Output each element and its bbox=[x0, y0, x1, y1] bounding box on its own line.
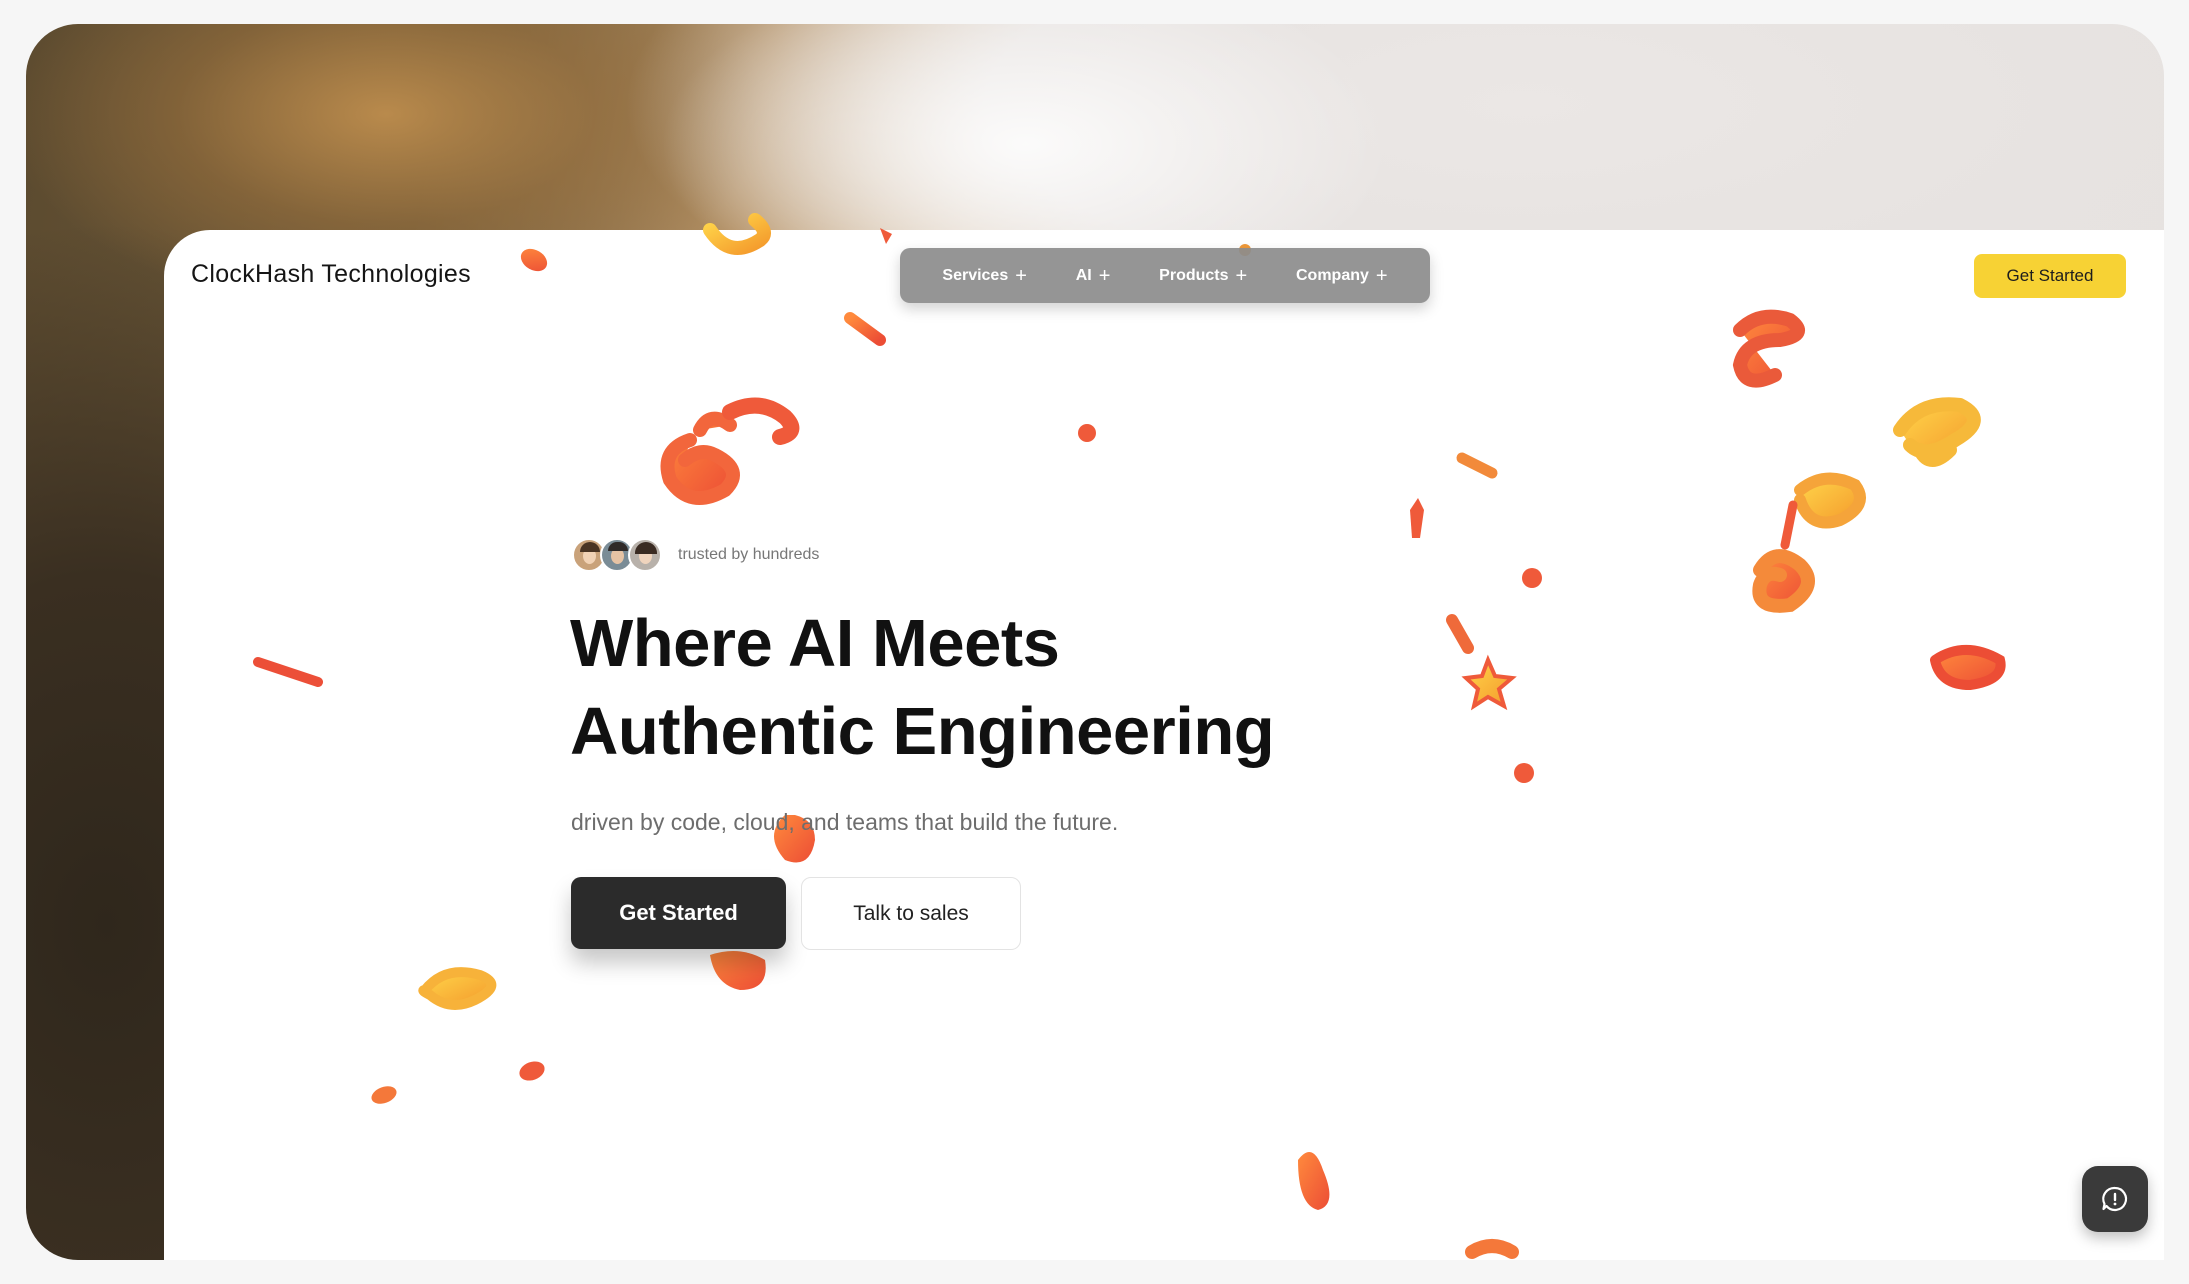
header-get-started-button[interactable]: Get Started bbox=[1974, 254, 2126, 298]
hero-subheadline: driven by code, cloud, and teams that bu… bbox=[571, 809, 1119, 835]
chat-bubble-icon bbox=[2102, 1186, 2128, 1212]
main-nav: Services + AI + Products + Company + bbox=[900, 248, 1430, 303]
chat-button[interactable] bbox=[2082, 1166, 2148, 1232]
headline-line-2: Authentic Engineering bbox=[570, 694, 1275, 769]
hero-headline: Where AI Meets Authentic Engineering bbox=[570, 600, 1330, 776]
plus-icon: + bbox=[1235, 264, 1248, 287]
trust-text: trusted by hundreds bbox=[678, 546, 820, 563]
plus-icon: + bbox=[1098, 264, 1111, 287]
talk-to-sales-button[interactable]: Talk to sales bbox=[801, 877, 1021, 950]
plus-icon: + bbox=[1375, 264, 1388, 287]
nav-item-ai[interactable]: AI + bbox=[1076, 266, 1111, 286]
plus-icon: + bbox=[1015, 264, 1027, 287]
brand-logo[interactable]: ClockHash Technologies bbox=[191, 260, 471, 289]
nav-item-label: Services bbox=[942, 266, 1009, 284]
nav-item-label: Products bbox=[1159, 266, 1229, 284]
headline-line-1: Where AI Meets bbox=[570, 606, 1060, 681]
nav-item-label: Company bbox=[1295, 266, 1369, 284]
nav-item-label: AI bbox=[1075, 266, 1092, 284]
avatar bbox=[628, 538, 662, 572]
nav-item-products[interactable]: Products + bbox=[1159, 266, 1247, 286]
nav-item-company[interactable]: Company + bbox=[1296, 266, 1388, 286]
get-started-button[interactable]: Get Started bbox=[571, 877, 786, 949]
trust-indicator: trusted by hundreds bbox=[572, 538, 819, 572]
nav-item-services[interactable]: Services + bbox=[942, 266, 1027, 286]
